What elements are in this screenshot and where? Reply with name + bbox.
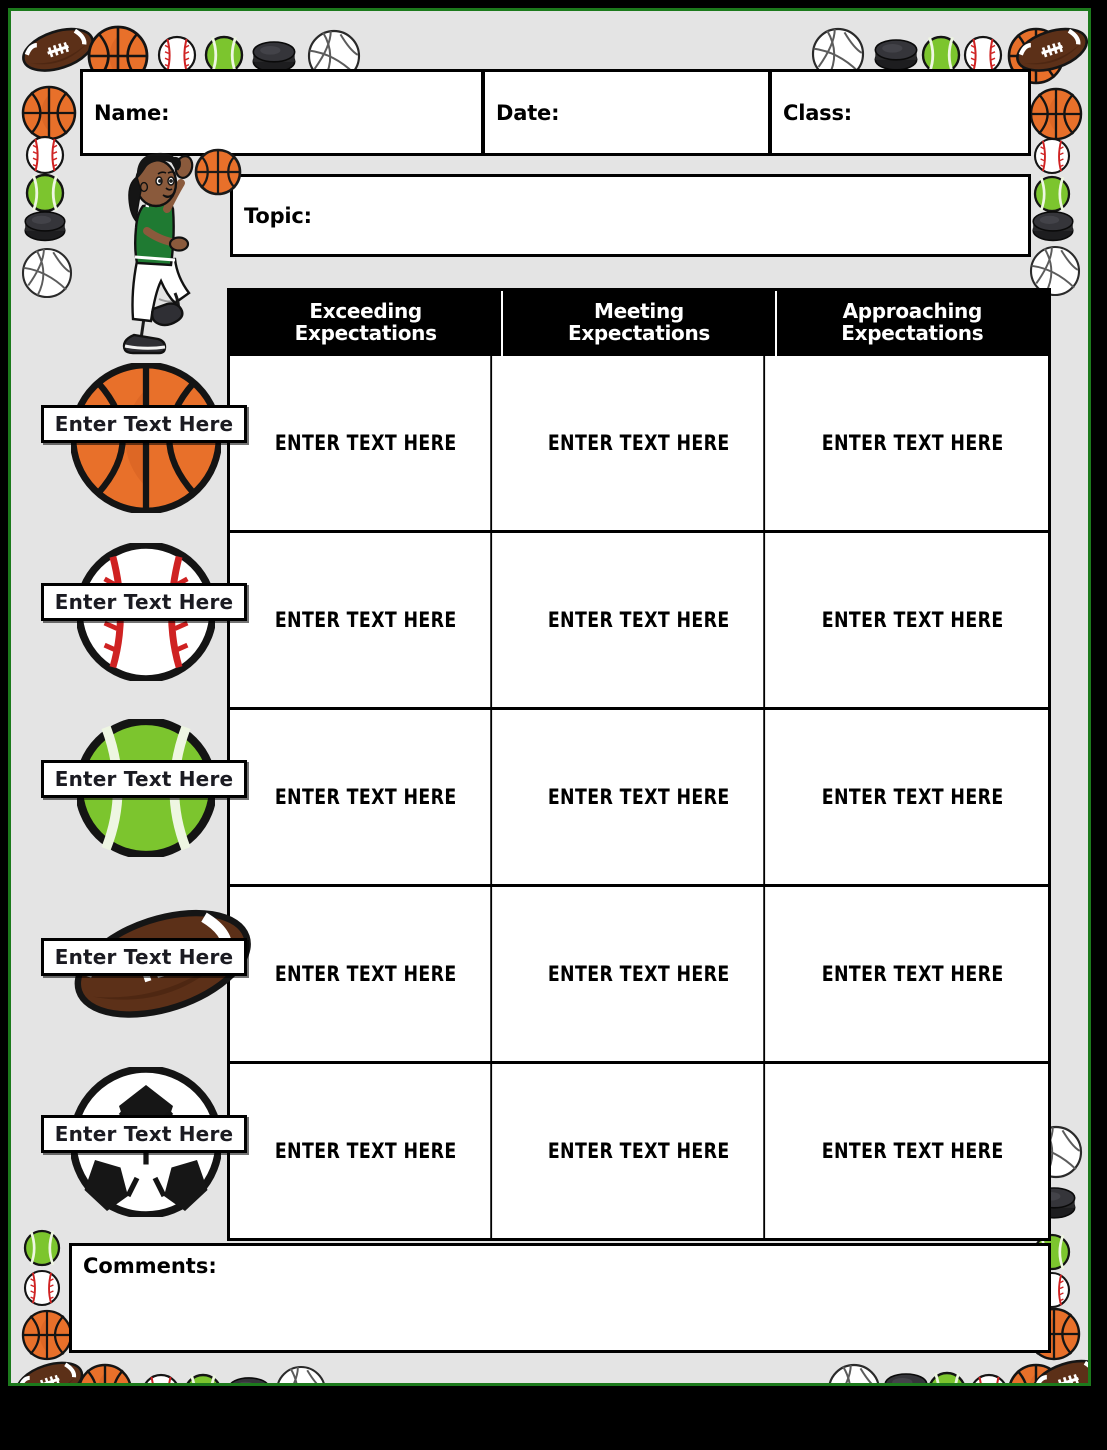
- page-canvas: Name: Date: Class: Topic: Exceeding Expe…: [11, 11, 1088, 1383]
- hockey-puck-icon: [227, 1377, 271, 1383]
- date-field-label: Date:: [496, 100, 560, 125]
- column-header-line1: Approaching: [842, 299, 983, 323]
- table-row: ENTER TEXT HERE ENTER TEXT HERE ENTER TEXT…: [230, 355, 1048, 533]
- tennis-ball-icon: [25, 173, 65, 213]
- rubric-cell[interactable]: ENTER TEXT HERE: [241, 1063, 493, 1238]
- baseball-icon: [1033, 137, 1071, 175]
- column-header-meeting: Meeting Expectations: [503, 291, 777, 356]
- tennis-ball-icon: [1033, 175, 1071, 213]
- row-label-input[interactable]: Enter Text Here: [41, 583, 247, 621]
- volleyball-icon: [275, 1365, 327, 1383]
- worksheet-page: Name: Date: Class: Topic: Exceeding Expe…: [0, 0, 1107, 1450]
- rubric-cell[interactable]: ENTER TEXT HERE: [788, 356, 1038, 530]
- name-field-label: Name:: [94, 100, 170, 125]
- football-icon: [1029, 1357, 1088, 1383]
- baseball-icon: [969, 1373, 1009, 1383]
- rubric-cell[interactable]: ENTER TEXT HERE: [514, 532, 766, 707]
- rubric-body: ENTER TEXT HERE ENTER TEXT HERE ENTER TEXT…: [230, 355, 1048, 1238]
- rubric-cell[interactable]: ENTER TEXT HERE: [241, 532, 493, 707]
- row-label-input[interactable]: Enter Text Here: [41, 760, 247, 798]
- baseball-icon: [141, 1373, 181, 1383]
- class-field[interactable]: Class:: [769, 69, 1031, 156]
- basketball-icon: [77, 1363, 133, 1383]
- rubric-cell[interactable]: ENTER TEXT HERE: [788, 887, 1038, 1061]
- date-field[interactable]: Date:: [482, 69, 771, 156]
- tennis-ball-icon: [927, 1371, 967, 1383]
- row-label-text: Enter Text Here: [54, 412, 234, 436]
- football-icon: [19, 25, 97, 75]
- table-row: ENTER TEXT HERE ENTER TEXT HERE ENTER TEXT…: [230, 886, 1048, 1064]
- rubric-cell[interactable]: ENTER TEXT HERE: [788, 1064, 1038, 1238]
- hockey-puck-icon: [1031, 211, 1075, 243]
- column-header-line1: Meeting: [594, 299, 684, 323]
- rubric-cell[interactable]: ENTER TEXT HERE: [514, 355, 766, 530]
- baseball-icon: [25, 135, 65, 175]
- comments-box[interactable]: Comments:: [69, 1243, 1051, 1353]
- volleyball-icon: [21, 247, 73, 299]
- rubric-header-row: Exceeding Expectations Meeting Expectati…: [230, 291, 1048, 356]
- column-header-line1: Exceeding: [309, 299, 422, 323]
- basketball-icon: [1029, 87, 1083, 141]
- football-icon: [13, 1359, 86, 1383]
- rubric-cell[interactable]: ENTER TEXT HERE: [514, 709, 766, 884]
- row-label-input[interactable]: Enter Text Here: [41, 1115, 247, 1153]
- class-field-label: Class:: [783, 100, 852, 125]
- table-row: ENTER TEXT HERE ENTER TEXT HERE ENTER TEXT…: [230, 709, 1048, 887]
- comments-label: Comments:: [83, 1254, 217, 1278]
- table-row: ENTER TEXT HERE ENTER TEXT HERE ENTER TEXT…: [230, 1063, 1048, 1238]
- baseball-icon: [23, 1269, 61, 1307]
- column-header-line2: Expectations: [567, 321, 711, 346]
- rubric-cell[interactable]: ENTER TEXT HERE: [241, 355, 493, 530]
- football-icon: [1013, 25, 1088, 75]
- row-label-text: Enter Text Here: [54, 590, 234, 614]
- tennis-ball-icon: [23, 1229, 61, 1267]
- hockey-puck-icon: [873, 39, 919, 72]
- row-label-text: Enter Text Here: [54, 767, 234, 791]
- rubric-cell[interactable]: ENTER TEXT HERE: [241, 709, 493, 884]
- row-label-text: Enter Text Here: [54, 945, 234, 969]
- rubric-table: Exceeding Expectations Meeting Expectati…: [227, 288, 1051, 1241]
- basketball-player-character: [111, 143, 251, 373]
- hockey-puck-icon: [23, 211, 67, 243]
- basketball-icon: [21, 85, 77, 141]
- row-label-input[interactable]: Enter Text Here: [41, 405, 247, 443]
- column-header-approaching: Approaching Expectations: [776, 291, 1048, 356]
- rubric-cell[interactable]: ENTER TEXT HERE: [241, 886, 493, 1061]
- basketball-icon: [21, 1309, 73, 1361]
- column-header-exceeding: Exceeding Expectations: [230, 291, 504, 356]
- volleyball-icon: [827, 1363, 881, 1383]
- row-label-input[interactable]: Enter Text Here: [41, 938, 247, 976]
- tennis-ball-icon: [183, 1373, 223, 1383]
- column-header-line2: Expectations: [841, 321, 984, 346]
- column-header-line2: Expectations: [294, 321, 437, 346]
- hockey-puck-icon: [883, 1373, 929, 1383]
- table-row: ENTER TEXT HERE ENTER TEXT HERE ENTER TEXT…: [230, 532, 1048, 710]
- rubric-cell[interactable]: ENTER TEXT HERE: [514, 1063, 766, 1238]
- rubric-cell[interactable]: ENTER TEXT HERE: [788, 533, 1038, 707]
- rubric-cell[interactable]: ENTER TEXT HERE: [788, 710, 1038, 884]
- rubric-cell[interactable]: ENTER TEXT HERE: [514, 886, 766, 1061]
- topic-field[interactable]: Topic:: [230, 174, 1031, 257]
- row-label-text: Enter Text Here: [54, 1122, 234, 1146]
